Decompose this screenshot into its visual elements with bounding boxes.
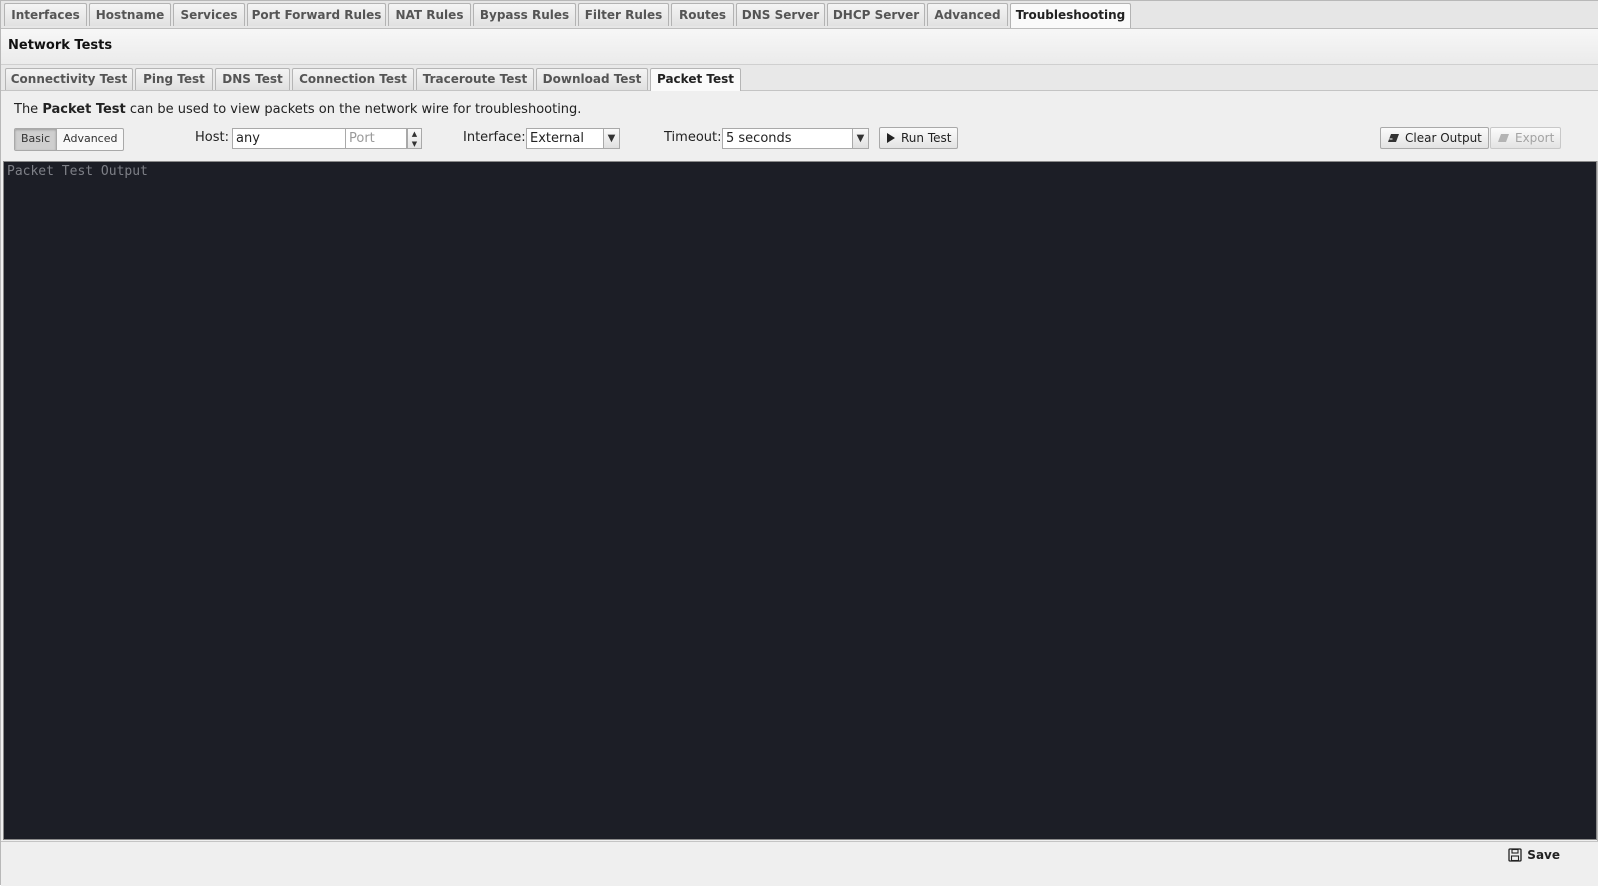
mode-toggle: Basic Advanced <box>14 128 125 151</box>
top-tab-bar: Interfaces Hostname Services Port Forwar… <box>1 1 1598 29</box>
app-frame: Interfaces Hostname Services Port Forwar… <box>0 0 1598 886</box>
mode-basic-button[interactable]: Basic <box>15 129 58 150</box>
host-label: Host: <box>195 130 229 145</box>
section-title: Network Tests <box>8 38 113 53</box>
section-header: Network Tests <box>1 29 1598 65</box>
eraser-icon <box>1388 134 1399 142</box>
tab-download-test[interactable]: Download Test <box>536 68 648 90</box>
tab-interfaces[interactable]: Interfaces <box>4 3 87 26</box>
play-icon <box>887 133 895 143</box>
description: The Packet Test can be used to view pack… <box>14 102 582 117</box>
timeout-label: Timeout: <box>664 130 722 145</box>
tab-bypass-rules[interactable]: Bypass Rules <box>473 3 576 26</box>
timeout-value: 5 seconds <box>726 131 792 146</box>
packet-test-output[interactable]: Packet Test Output <box>3 161 1597 840</box>
tab-services[interactable]: Services <box>173 3 245 26</box>
tab-packet-test[interactable]: Packet Test <box>650 68 741 91</box>
tab-nat-rules[interactable]: NAT Rules <box>388 3 471 26</box>
tab-filter-rules[interactable]: Filter Rules <box>578 3 669 26</box>
export-button[interactable]: Export <box>1490 127 1562 149</box>
tab-troubleshooting[interactable]: Troubleshooting <box>1010 3 1131 28</box>
save-button[interactable]: Save <box>1508 848 1560 862</box>
interface-select[interactable]: External ▼ <box>526 128 620 149</box>
footer-bar: Save <box>1 841 1598 886</box>
tab-routes[interactable]: Routes <box>671 3 734 26</box>
clear-output-label: Clear Output <box>1405 131 1482 145</box>
tab-connectivity-test[interactable]: Connectivity Test <box>5 68 133 90</box>
export-label: Export <box>1515 131 1555 145</box>
chevron-down-icon: ▼ <box>603 129 619 148</box>
run-test-button[interactable]: Run Test <box>879 127 959 149</box>
port-stepper[interactable]: ▲ ▼ <box>407 128 422 149</box>
run-test-label: Run Test <box>901 131 952 145</box>
chevron-up-icon[interactable]: ▲ <box>408 129 421 139</box>
save-label: Save <box>1527 848 1560 862</box>
chevron-down-icon: ▼ <box>852 129 868 148</box>
tab-connection-test[interactable]: Connection Test <box>292 68 414 90</box>
tab-dns-server[interactable]: DNS Server <box>736 3 825 26</box>
tab-ping-test[interactable]: Ping Test <box>135 68 213 90</box>
tab-dns-test[interactable]: DNS Test <box>215 68 290 90</box>
host-input[interactable]: any <box>232 128 346 149</box>
timeout-select[interactable]: 5 seconds ▼ <box>722 128 869 149</box>
packet-test-panel: The Packet Test can be used to view pack… <box>1 91 1598 161</box>
clear-output-button[interactable]: Clear Output <box>1380 127 1489 149</box>
interface-value: External <box>530 131 584 146</box>
save-icon <box>1508 848 1522 862</box>
mode-advanced-button[interactable]: Advanced <box>57 129 123 150</box>
export-icon <box>1498 134 1509 142</box>
tab-advanced[interactable]: Advanced <box>927 3 1008 26</box>
output-placeholder: Packet Test Output <box>7 164 148 179</box>
interface-label: Interface: <box>463 130 526 145</box>
tab-hostname[interactable]: Hostname <box>89 3 171 26</box>
tab-port-forward-rules[interactable]: Port Forward Rules <box>247 3 386 26</box>
tab-traceroute-test[interactable]: Traceroute Test <box>416 68 534 90</box>
port-input[interactable]: Port <box>345 128 407 149</box>
chevron-down-icon[interactable]: ▼ <box>408 139 421 149</box>
sub-tab-bar: Connectivity Test Ping Test DNS Test Con… <box>1 65 1598 91</box>
tab-dhcp-server[interactable]: DHCP Server <box>827 3 925 26</box>
